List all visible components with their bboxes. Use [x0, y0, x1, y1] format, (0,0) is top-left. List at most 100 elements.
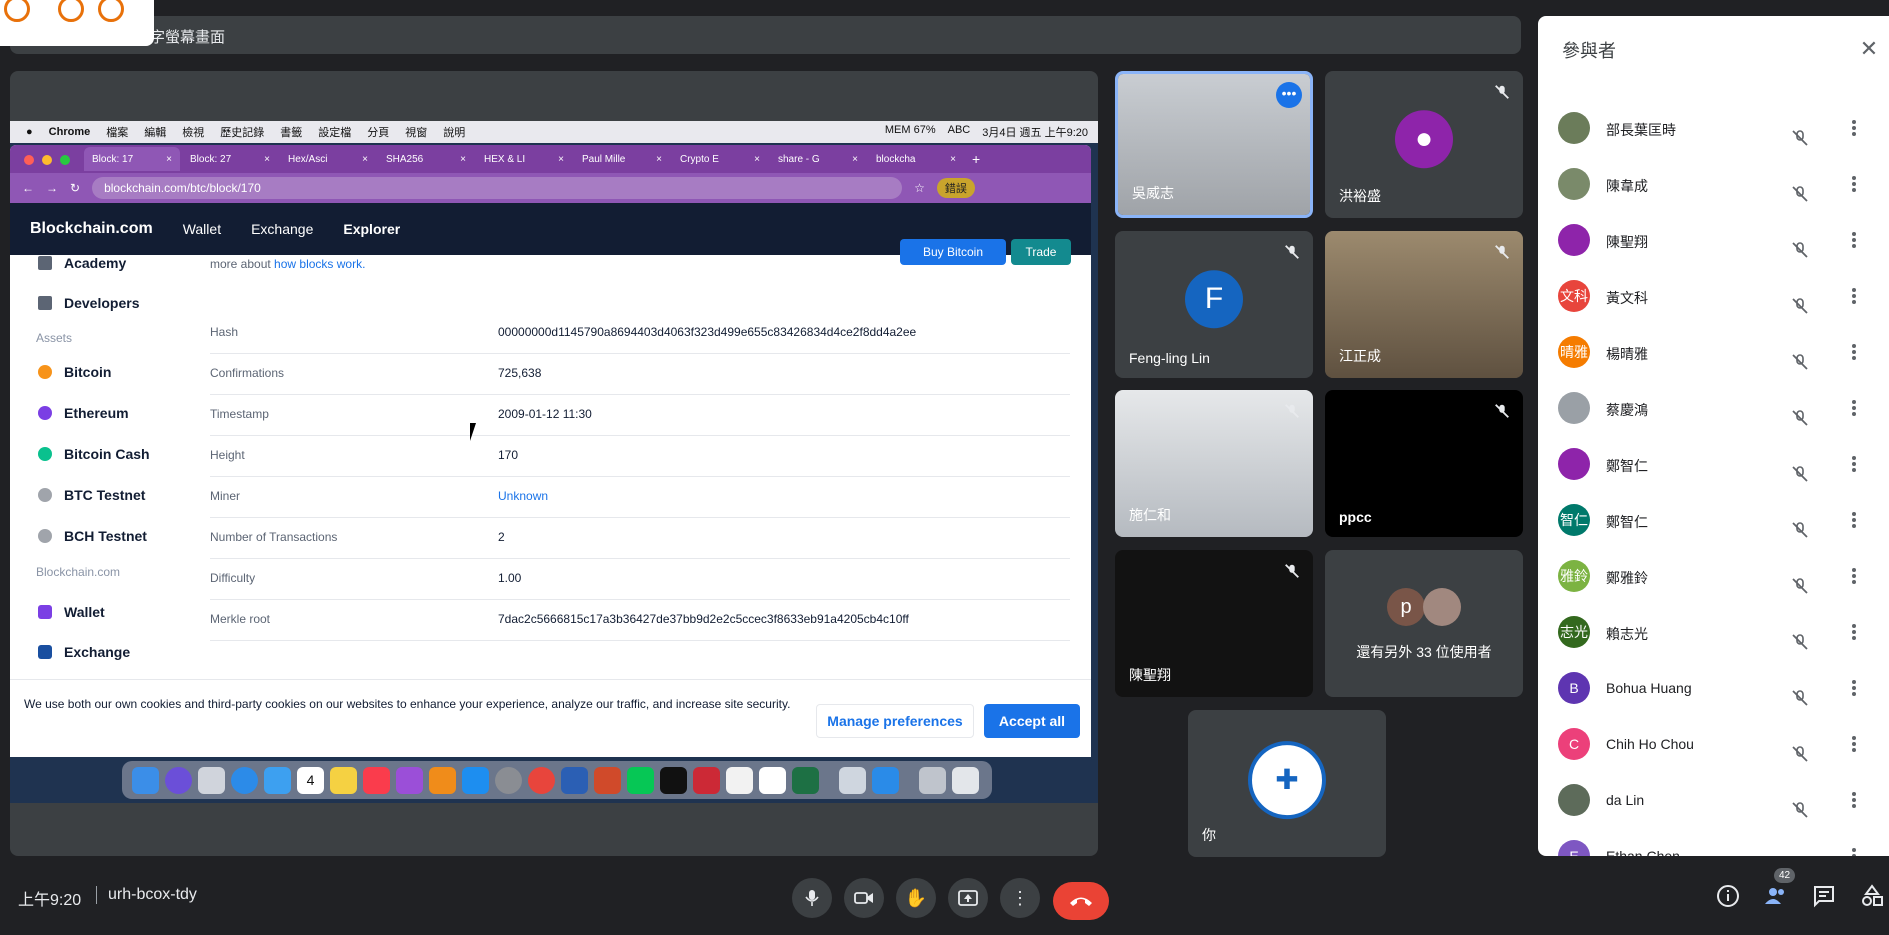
address-bar-row: ← → ↻ blockchain.com/btc/block/170 ☆ 錯誤 [10, 173, 1091, 203]
share-banner-text: 字螢幕畫面 [150, 29, 226, 46]
mic-off-icon [1792, 410, 1808, 426]
row-value: 2009-01-12 11:30 [498, 407, 592, 421]
participant-tile[interactable]: 陳聖翔 [1115, 550, 1313, 697]
participant-row[interactable]: 雅鈴 鄭雅鈴 [1538, 548, 1889, 604]
menu-bookmarks: 書籤 [280, 127, 303, 139]
participant-tile[interactable]: F Feng-ling Lin [1115, 231, 1313, 378]
avatar-initials: 雅鈴 [1560, 568, 1588, 584]
mic-off-icon [1792, 746, 1808, 762]
more-vert-icon[interactable] [1844, 734, 1864, 754]
row-key: Hash [210, 325, 239, 339]
participant-row[interactable]: C Chih Ho Chou [1538, 716, 1889, 772]
microphone-button[interactable] [792, 878, 832, 918]
more-options-icon[interactable]: ••• [1276, 82, 1302, 108]
participant-row[interactable]: 文科 黃文科 [1538, 268, 1889, 324]
participant-row[interactable]: da Lin [1538, 772, 1889, 828]
more-vert-icon[interactable] [1844, 566, 1864, 586]
chat-icon[interactable] [1812, 884, 1836, 908]
microphone-icon [805, 890, 819, 906]
participant-row[interactable]: 鄭智仁 [1538, 436, 1889, 492]
avatar [1558, 112, 1590, 144]
sidebar-asset-label: Bitcoin Cash [64, 446, 150, 462]
mouse-cursor-icon [470, 423, 482, 441]
people-icon[interactable] [1764, 884, 1788, 908]
more-vert-icon[interactable] [1844, 230, 1864, 250]
more-vert-icon[interactable] [1844, 286, 1864, 306]
sidebar-academy: Academy [38, 255, 126, 271]
more-vert-icon[interactable] [1844, 622, 1864, 642]
wallet-icon [38, 605, 52, 619]
mem-indicator: MEM 67% [884, 124, 936, 136]
participant-tile[interactable]: 施仁和 [1115, 390, 1313, 537]
more-vert-icon[interactable] [1844, 398, 1864, 418]
avatar-letter: p [1400, 596, 1412, 618]
current-time: 上午9:20 [18, 892, 82, 909]
participant-row[interactable]: 部長葉匡時 [1538, 100, 1889, 156]
preview-icon [839, 766, 866, 794]
raise-hand-button[interactable]: ✋ [896, 878, 936, 918]
others-tile[interactable]: p 還有另外 33 位使用者 [1325, 550, 1523, 697]
participant-tile[interactable]: ••• 吳威志 [1115, 71, 1313, 218]
notes-icon [330, 766, 357, 794]
sidebar-developers: Developers [38, 295, 139, 311]
panel-title: 參與者 [1562, 41, 1616, 61]
participant-row[interactable]: 晴雅 楊晴雅 [1538, 324, 1889, 380]
browser-tab: Crypto E × [672, 147, 768, 171]
more-vert-icon[interactable] [1844, 454, 1864, 474]
present-button[interactable] [948, 878, 988, 918]
participant-row[interactable]: 陳韋成 [1538, 156, 1889, 212]
browser-tab-title: HEX & LI [484, 153, 526, 165]
camera-button[interactable] [844, 878, 884, 918]
more-vert-icon[interactable] [1844, 174, 1864, 194]
star-icon: ☆ [914, 181, 925, 195]
meeting-controls-bar: 上午9:20 urh-bcox-tdy ✋ ⋮ 42 [0, 856, 1889, 935]
participant-tile[interactable]: ● 洪裕盛 [1325, 71, 1523, 218]
manage-preferences-button: Manage preferences [816, 704, 974, 738]
more-vert-icon[interactable] [1844, 342, 1864, 362]
presentation-area: ● Chrome 檔案 編輯 檢視 歷史記錄 書籤 設定檔 分頁 視窗 說明 M… [10, 71, 1098, 856]
extension-icon-2[interactable] [58, 0, 84, 22]
info-icon[interactable] [1716, 884, 1740, 908]
participant-row[interactable]: 陳聖翔 [1538, 212, 1889, 268]
extension-icon-3[interactable] [98, 0, 124, 22]
participant-tile[interactable]: ppcc [1325, 390, 1523, 537]
participant-row[interactable]: 蔡慶鴻 [1538, 380, 1889, 436]
table-row: Height 170 [210, 436, 1070, 477]
participant-name: da Lin [1606, 792, 1645, 808]
participant-row[interactable]: 智仁 鄭智仁 [1538, 492, 1889, 548]
row-value: Unknown [498, 489, 549, 503]
participant-row[interactable]: E Ethan Chen [1538, 828, 1889, 856]
more-vert-icon[interactable] [1844, 678, 1864, 698]
menu-window: 視窗 [405, 127, 428, 139]
more-vert-icon[interactable] [1844, 118, 1864, 138]
end-call-button[interactable] [1053, 882, 1109, 920]
table-row: Confirmations 725,638 [210, 354, 1070, 395]
participant-row[interactable]: B Bohua Huang [1538, 660, 1889, 716]
more-vert-icon[interactable] [1844, 846, 1864, 856]
extension-popup [0, 0, 154, 46]
present-screen-icon [958, 890, 978, 906]
close-icon[interactable]: ✕ [1858, 38, 1880, 60]
self-tile[interactable]: ✚ 你 [1188, 710, 1386, 857]
avatar-initials: C [1568, 736, 1580, 752]
nav-explorer: Explorer [343, 221, 401, 237]
activities-icon[interactable] [1860, 884, 1884, 908]
extension-icon-1[interactable] [4, 0, 30, 22]
browser-tab: blockcha × [868, 147, 964, 171]
mic-off-icon [1792, 522, 1808, 538]
menu-view: 檢視 [182, 127, 205, 139]
podcasts-icon [396, 766, 423, 794]
more-vert-icon[interactable] [1844, 790, 1864, 810]
close-tab-icon: × [950, 153, 956, 165]
cookie-message: We use both our own cookies and third-pa… [24, 697, 791, 711]
participant-tile[interactable]: 江正成 [1325, 231, 1523, 378]
terminal-app-icon [660, 766, 687, 794]
more-options-button[interactable]: ⋮ [1000, 878, 1040, 918]
more-vert-icon[interactable] [1844, 510, 1864, 530]
sidebar-assets-heading: Assets [36, 331, 73, 345]
share-banner: 字螢幕畫面 [10, 16, 1521, 54]
url-field: blockchain.com/btc/block/170 [92, 177, 903, 199]
row-key: Difficulty [210, 571, 256, 585]
calendar-icon: 4 [297, 766, 324, 794]
participant-row[interactable]: 志光 賴志光 [1538, 604, 1889, 660]
